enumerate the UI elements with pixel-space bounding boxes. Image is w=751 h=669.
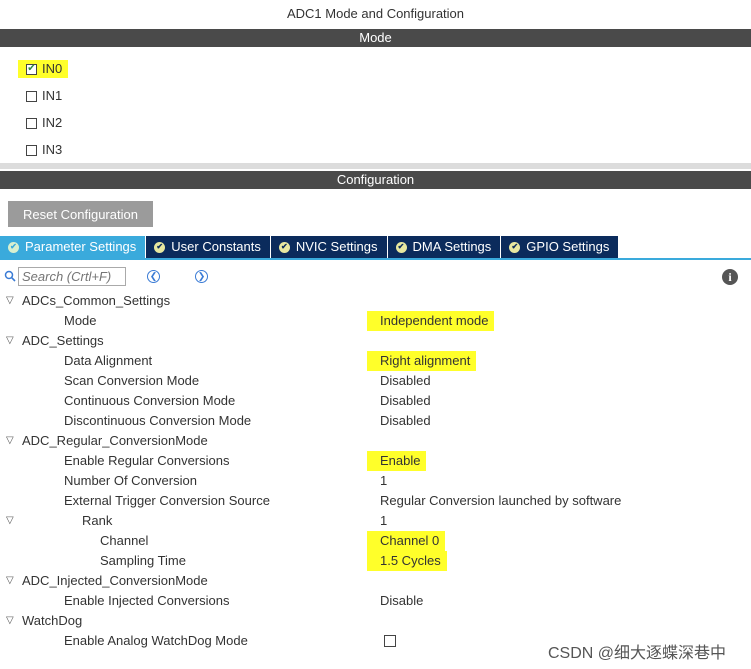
param-value[interactable]: Channel 0 [367, 531, 446, 551]
tab-gpio-settings[interactable]: ✔ GPIO Settings [501, 236, 620, 258]
tree-param-continuous-conversion-mode[interactable]: Continuous Conversion Mode Disabled [0, 391, 751, 411]
param-label: Rank [82, 513, 113, 528]
param-label: Continuous Conversion Mode [64, 393, 236, 408]
reset-configuration-button[interactable]: Reset Configuration [8, 201, 153, 227]
param-label: Sampling Time [100, 553, 186, 568]
tree-param-external-trigger-conversion-source[interactable]: External Trigger Conversion Source Regul… [0, 491, 751, 511]
param-value[interactable]: Right alignment [367, 351, 477, 371]
param-value[interactable]: 1 [380, 511, 387, 531]
tree-group-label: ADCs_Common_Settings [22, 293, 171, 308]
next-match-icon[interactable]: ❯ [195, 270, 208, 283]
check-circle-icon: ✔ [509, 241, 521, 253]
tab-user-constants[interactable]: ✔ User Constants [146, 236, 271, 258]
configuration-section-header: Configuration [0, 171, 751, 189]
tab-dma-settings[interactable]: ✔ DMA Settings [387, 236, 502, 258]
watermark: CSDN @细大逐蝶深巷中 [548, 645, 727, 662]
param-label: Discontinuous Conversion Mode [64, 413, 252, 428]
tree-group-label: ADC_Injected_ConversionMode [22, 573, 208, 588]
param-value[interactable]: Disabled [380, 371, 431, 391]
chevron-down-icon[interactable]: ▽ [6, 331, 16, 351]
tree-group-label: ADC_Regular_ConversionMode [22, 433, 208, 448]
tab-label: DMA Settings [412, 239, 492, 254]
tab-label: GPIO Settings [526, 239, 610, 254]
checkbox-icon[interactable] [26, 117, 37, 129]
param-label: Channel [100, 533, 149, 548]
mode-input-label: IN2 [42, 115, 63, 130]
checkbox-checked-icon[interactable]: ✔ [26, 63, 37, 75]
tree-param-scan-conversion-mode[interactable]: Scan Conversion Mode Disabled [0, 371, 751, 391]
param-label: Number Of Conversion [64, 473, 197, 488]
tree-group-watchdog[interactable]: ▽ WatchDog [0, 611, 751, 631]
previous-match-icon[interactable]: ❮ [147, 270, 160, 283]
mode-input-label: IN3 [42, 142, 63, 157]
param-label: Enable Injected Conversions [64, 593, 230, 608]
param-value[interactable]: 1 [380, 471, 387, 491]
info-icon[interactable]: i [722, 269, 738, 285]
param-value[interactable]: Enable [367, 451, 427, 471]
mode-input-in0[interactable]: ✔ IN0 [18, 60, 69, 78]
parameter-tree: ▽ ADCs_Common_Settings Mode Independent … [0, 291, 751, 651]
mode-input-in1[interactable]: IN1 [26, 87, 62, 105]
tree-param-sampling-time[interactable]: Sampling Time 1.5 Cycles [0, 551, 751, 571]
tree-group-adcs-common-settings[interactable]: ▽ ADCs_Common_Settings [0, 291, 751, 311]
tree-param-channel[interactable]: Channel Channel 0 [0, 531, 751, 551]
mode-input-in2[interactable]: IN2 [26, 114, 62, 132]
param-value[interactable]: Independent mode [367, 311, 495, 331]
check-circle-icon: ✔ [154, 241, 166, 253]
settings-tab-bar: ✔ Parameter Settings ✔ User Constants ✔ … [0, 236, 620, 258]
tree-param-mode[interactable]: Mode Independent mode [0, 311, 751, 331]
tree-param-discontinuous-conversion-mode[interactable]: Discontinuous Conversion Mode Disabled [0, 411, 751, 431]
param-label: External Trigger Conversion Source [64, 493, 270, 508]
section-splitter[interactable] [0, 163, 751, 169]
tab-nvic-settings[interactable]: ✔ NVIC Settings [270, 236, 388, 258]
param-label: Scan Conversion Mode [64, 373, 200, 388]
mode-input-label: IN0 [42, 61, 63, 76]
tab-label: User Constants [171, 239, 261, 254]
param-label: Data Alignment [64, 353, 153, 368]
tab-underline [0, 258, 751, 260]
param-value[interactable]: Disable [380, 591, 423, 611]
check-circle-icon: ✔ [8, 241, 19, 253]
checkbox-icon[interactable] [26, 90, 37, 102]
chevron-down-icon[interactable]: ▽ [6, 611, 16, 631]
tree-group-label: WatchDog [22, 613, 83, 628]
mode-input-in3[interactable]: IN3 [26, 141, 62, 159]
param-label: Enable Regular Conversions [64, 453, 230, 468]
checkbox-icon[interactable] [384, 635, 396, 647]
tree-group-label: ADC_Settings [22, 333, 104, 348]
checkbox-icon[interactable] [26, 144, 37, 156]
tree-param-enable-injected-conversions[interactable]: Enable Injected Conversions Disable [0, 591, 751, 611]
check-circle-icon: ✔ [278, 241, 290, 253]
param-label: Enable Analog WatchDog Mode [64, 633, 248, 648]
tree-group-adc-injected-conversionmode[interactable]: ▽ ADC_Injected_ConversionMode [0, 571, 751, 591]
param-label: Mode [64, 313, 97, 328]
param-value[interactable]: Regular Conversion launched by software [380, 491, 621, 511]
chevron-down-icon[interactable]: ▽ [6, 511, 16, 531]
check-circle-icon: ✔ [395, 241, 407, 253]
param-value[interactable]: 1.5 Cycles [367, 551, 447, 571]
tab-label: Parameter Settings [25, 239, 137, 254]
chevron-down-icon[interactable]: ▽ [6, 291, 16, 311]
param-value[interactable]: Disabled [380, 411, 431, 431]
mode-input-label: IN1 [42, 88, 63, 103]
tree-param-number-of-conversion[interactable]: Number Of Conversion 1 [0, 471, 751, 491]
tab-parameter-settings[interactable]: ✔ Parameter Settings [0, 236, 147, 258]
search-input[interactable] [18, 267, 126, 286]
tree-param-rank[interactable]: ▽ Rank 1 [0, 511, 751, 531]
search-row: ❮ ❯ i [0, 266, 751, 288]
tree-group-adc-settings[interactable]: ▽ ADC_Settings [0, 331, 751, 351]
search-icon [4, 270, 16, 282]
tab-label: NVIC Settings [295, 239, 378, 254]
chevron-down-icon[interactable]: ▽ [6, 431, 16, 451]
tree-param-data-alignment[interactable]: Data Alignment Right alignment [0, 351, 751, 371]
param-value[interactable]: Disabled [380, 391, 431, 411]
chevron-down-icon[interactable]: ▽ [6, 571, 16, 591]
tree-param-enable-regular-conversions[interactable]: Enable Regular Conversions Enable [0, 451, 751, 471]
mode-section-header: Mode [0, 29, 751, 47]
window-title: ADC1 Mode and Configuration [286, 6, 465, 21]
tree-group-adc-regular-conversionmode[interactable]: ▽ ADC_Regular_ConversionMode [0, 431, 751, 451]
